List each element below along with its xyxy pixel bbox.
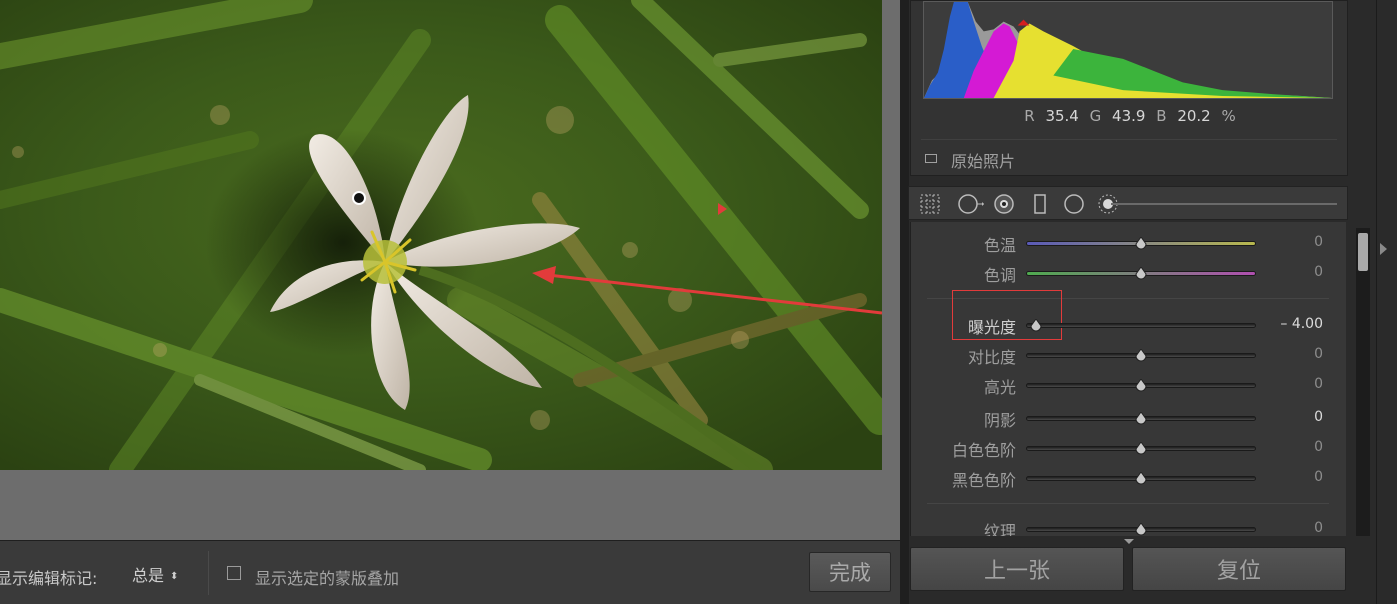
exposure-value: – 4.00 [1280,316,1323,332]
exposure-slider[interactable] [1026,319,1256,332]
adj-row-tint: 色调 0 [911,262,1346,292]
adj-row-whites: 白色色阶 0 [911,437,1346,467]
adj-row-texture: 纹理 0 [911,518,1346,536]
bottom-toolbar: 显示编辑标记: 总是 ⬍ 显示选定的蒙版叠加 完成 [0,540,900,604]
tint-value: 0 [1314,264,1323,280]
texture-value: 0 [1314,520,1323,536]
radial-filter-icon[interactable] [1063,193,1085,215]
develop-right-panel: R 35.4 G 43.9 B 20.2 % 原始照片 色温 0 色调 0 曝光… [900,0,1397,604]
whites-value: 0 [1314,439,1323,455]
radial-filter-pin[interactable] [352,191,366,205]
r-label: R [1024,107,1035,125]
red-eye-icon[interactable] [993,193,1015,215]
histogram-panel: R 35.4 G 43.9 B 20.2 % 原始照片 [910,0,1348,176]
shadows-value: 0 [1314,409,1323,425]
rgb-readout: R 35.4 G 43.9 B 20.2 % [911,107,1349,125]
contrast-slider[interactable] [1026,349,1256,362]
photo-canvas-area[interactable] [0,0,900,540]
show-overlay-checkbox[interactable] [227,566,241,580]
exposure-label: 曝光度 [967,318,1016,337]
tint-slider[interactable] [1026,267,1256,280]
adj-row-shadows: 阴影 0 [911,407,1346,437]
graduated-filter-icon[interactable] [1029,193,1051,215]
g-value: 43.9 [1112,107,1146,125]
adj-row-blacks: 黑色色阶 0 [911,467,1346,497]
adj-row-temperature: 色温 0 [911,232,1346,262]
b-label: B [1156,107,1167,125]
panel-divider [900,0,909,604]
basic-adjustments-panel: 色温 0 色调 0 曝光度 – 4.00 对比度 0 高光 0 阴影 0 白色色… [910,222,1346,536]
slider-thumb-icon[interactable] [1135,412,1147,426]
panel-scrollbar[interactable] [1356,228,1370,536]
g-label: G [1089,107,1102,125]
slider-thumb-icon[interactable] [1135,523,1147,536]
adj-row-contrast: 对比度 0 [911,344,1346,374]
contrast-label: 对比度 [967,348,1016,367]
caret-down-icon [1124,539,1134,544]
slider-thumb-icon[interactable] [1135,237,1147,251]
original-photo-label: 原始照片 [951,152,1016,171]
histogram-graph[interactable] [923,1,1333,99]
edit-marks-select[interactable]: 总是 ⬍ [124,559,186,587]
slider-thumb-icon[interactable] [1135,472,1147,486]
highlights-label: 高光 [983,378,1016,397]
blacks-slider[interactable] [1026,472,1256,485]
previous-button[interactable]: 上一张 [910,547,1124,591]
shadows-label: 阴影 [983,411,1016,430]
edit-marks-value: 总是 [132,566,165,585]
slider-thumb-icon[interactable] [1135,379,1147,393]
reset-button[interactable]: 复位 [1132,547,1346,591]
toolbar-divider [208,551,209,595]
temperature-slider[interactable] [1026,237,1256,250]
done-button[interactable]: 完成 [809,552,891,592]
shadows-slider[interactable] [1026,412,1256,425]
highlights-value: 0 [1314,376,1323,392]
adj-row-highlights: 高光 0 [911,374,1346,404]
slider-thumb-icon[interactable] [1030,319,1042,333]
temperature-label: 色温 [983,236,1016,255]
adj-row-exposure: 曝光度 – 4.00 [911,314,1346,344]
scrollbar-thumb[interactable] [1358,233,1368,271]
r-value: 35.4 [1045,107,1079,125]
highlights-slider[interactable] [1026,379,1256,392]
section-divider [927,503,1329,504]
tool-size-slider[interactable] [1111,203,1337,205]
texture-label: 纹理 [983,522,1016,536]
edit-marks-label: 显示编辑标记: [0,569,98,588]
spot-heal-icon[interactable] [957,193,985,215]
whites-slider[interactable] [1026,442,1256,455]
whites-label: 白色色阶 [951,441,1016,460]
expand-panel-arrow-icon[interactable] [1380,243,1387,255]
tint-label: 色调 [983,266,1016,285]
percent-unit: % [1221,107,1236,125]
texture-slider[interactable] [1026,523,1256,536]
b-value: 20.2 [1177,107,1211,125]
slider-thumb-icon[interactable] [1135,442,1147,456]
tool-strip [908,186,1348,220]
crop-grid-icon[interactable] [919,193,941,215]
contrast-value: 0 [1314,346,1323,362]
panel-edge-line [1376,0,1377,604]
original-photo-row[interactable]: 原始照片 [921,139,1337,173]
original-photo-checkbox[interactable] [925,154,937,163]
blacks-label: 黑色色阶 [951,471,1016,490]
slider-thumb-icon[interactable] [1135,267,1147,281]
updown-caret-icon: ⬍ [170,571,179,582]
show-overlay-label: 显示选定的蒙版叠加 [255,569,400,588]
slider-thumb-icon[interactable] [1135,349,1147,363]
blacks-value: 0 [1314,469,1323,485]
photo-preview[interactable] [0,0,882,470]
temperature-value: 0 [1314,234,1323,250]
